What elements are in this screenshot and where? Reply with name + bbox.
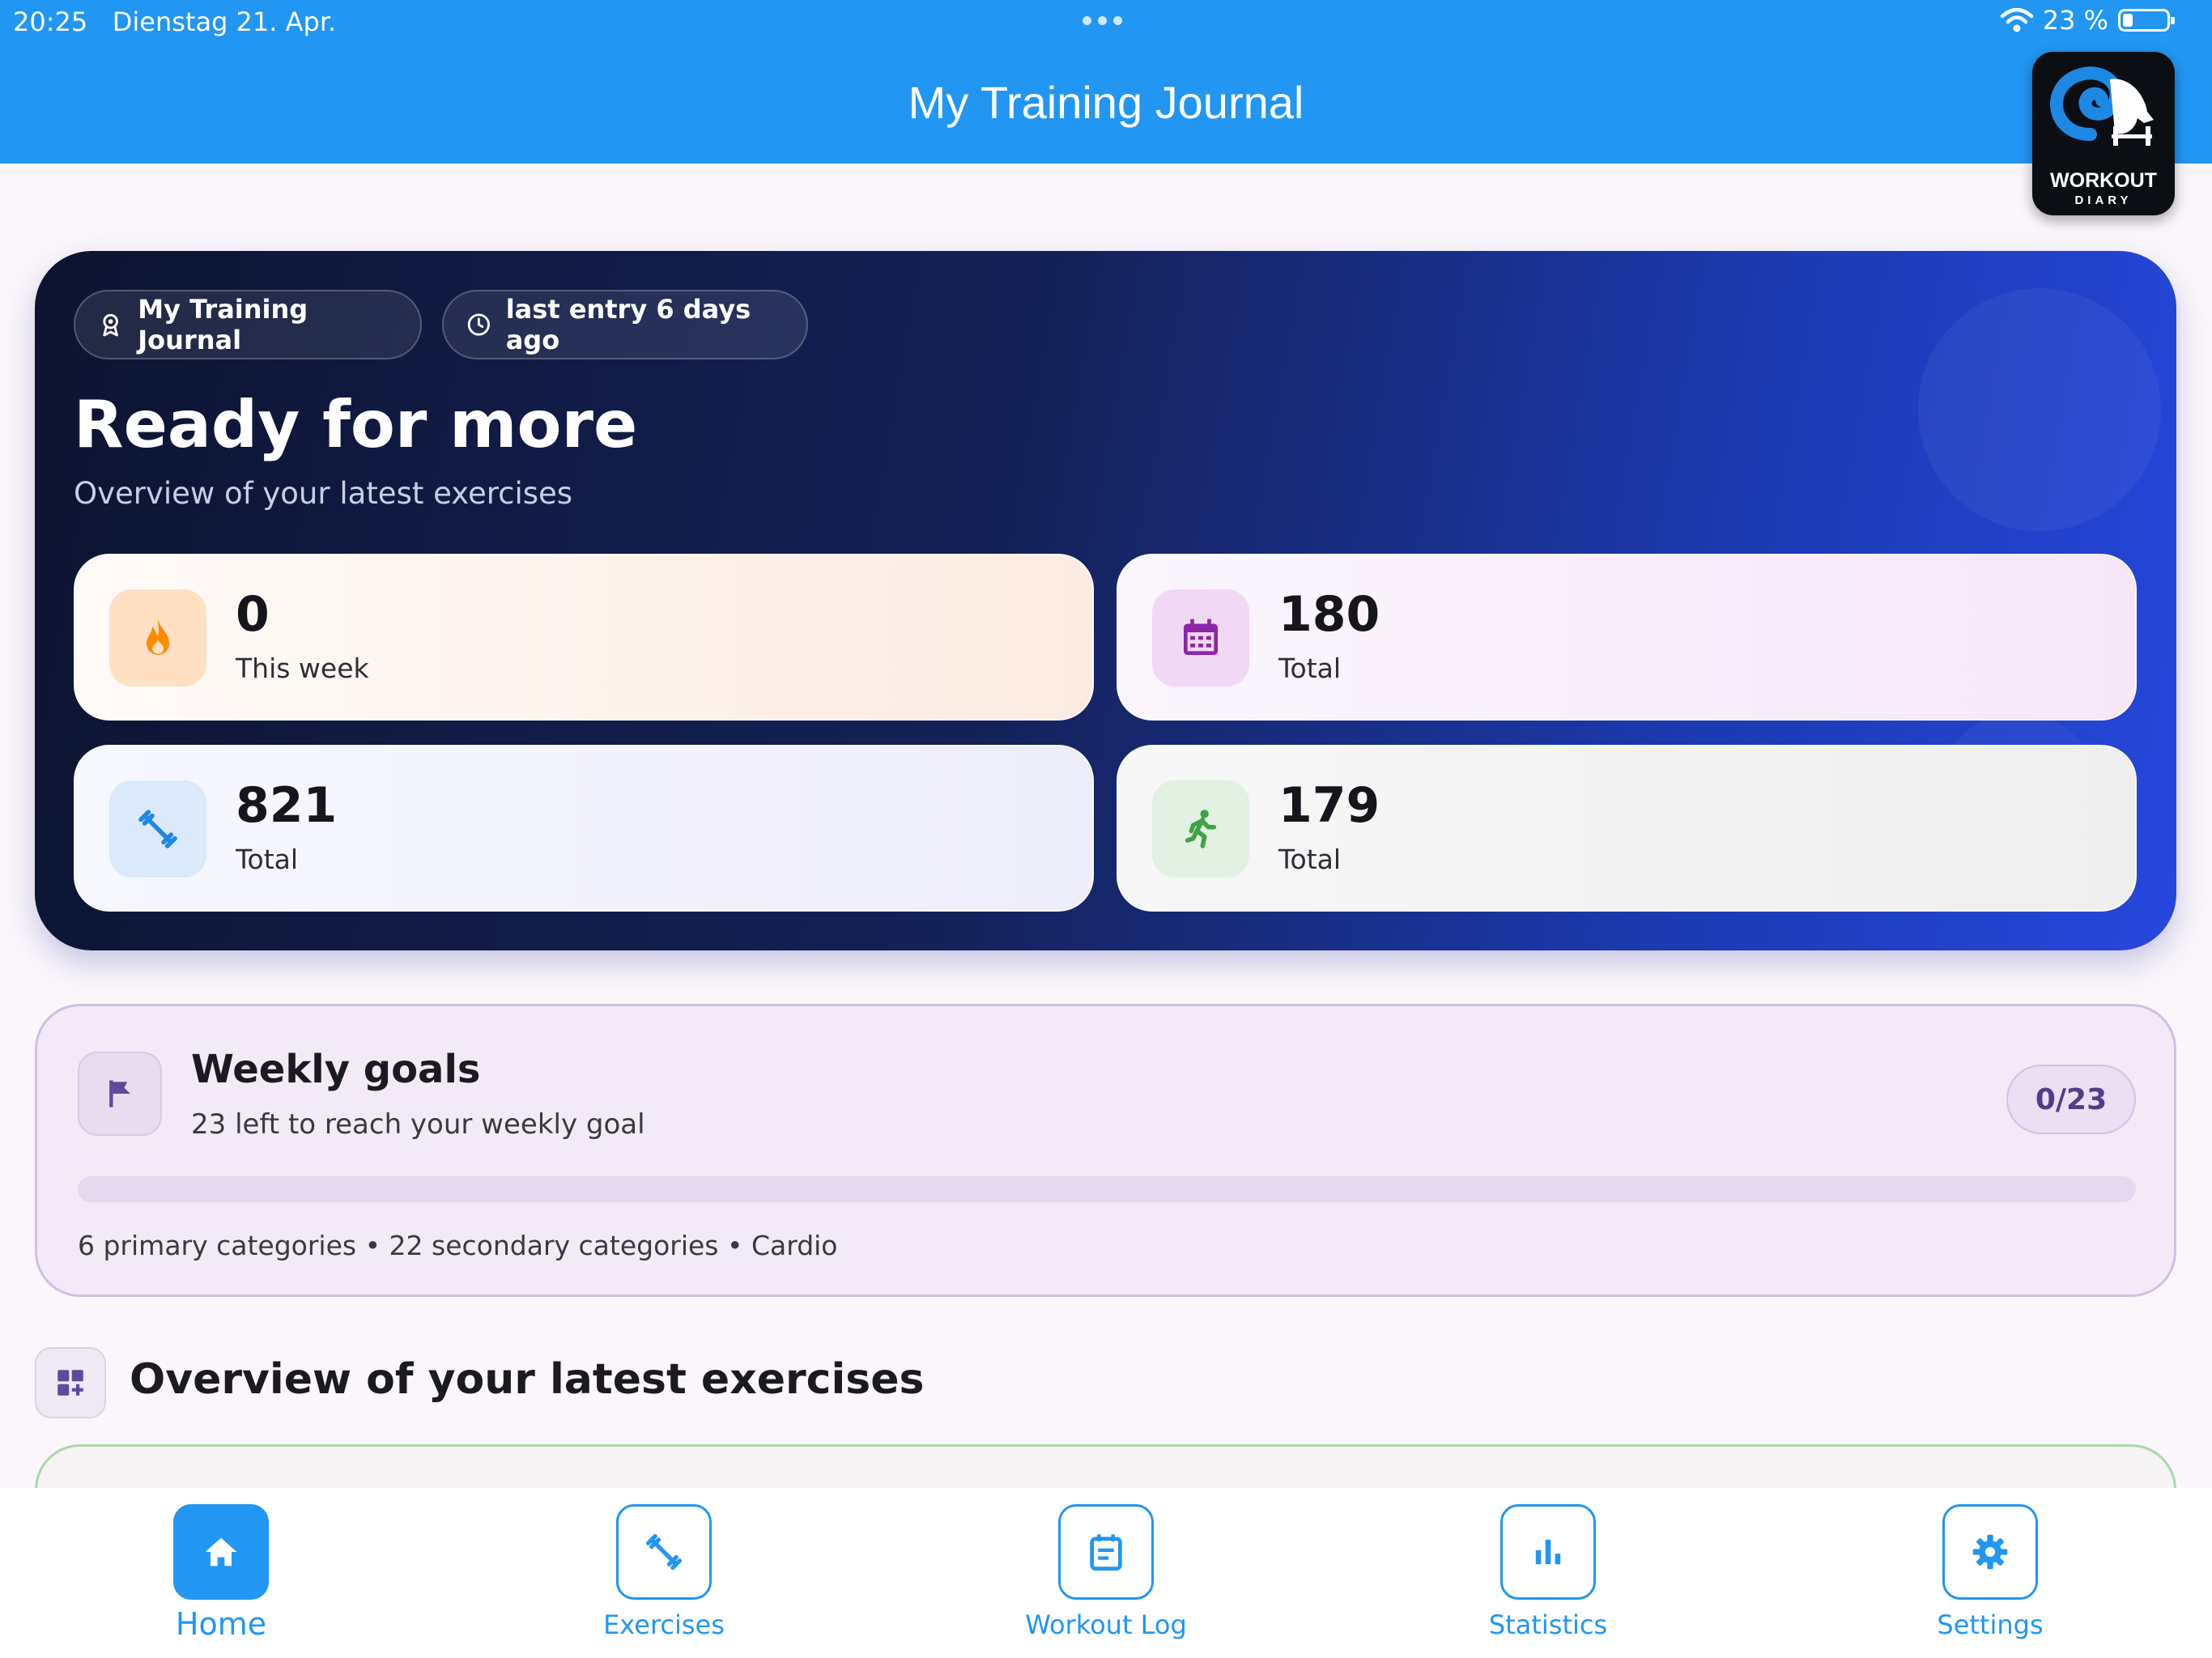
award-icon: [103, 313, 118, 337]
app-bar: 20:25 Dienstag 21. Apr. 23 % My Training…: [0, 0, 2212, 164]
nav-label: Settings: [1937, 1609, 2044, 1640]
nav-label: Workout Log: [1025, 1609, 1187, 1640]
status-indicators: 23 %: [2000, 5, 2175, 36]
ram-logo-icon: [2050, 66, 2154, 146]
clock-icon: [467, 313, 490, 336]
stat-card-total-days[interactable]: 180 Total: [1117, 554, 2137, 721]
log-icon: [1090, 1534, 1122, 1571]
weekly-goals-card[interactable]: Weekly goals 23 left to reach your weekl…: [35, 1004, 2176, 1297]
weekly-goals-progress-bar: [78, 1176, 2136, 1202]
stat-icon-box: [109, 589, 206, 687]
stat-label: This week: [236, 653, 369, 684]
status-bar-datetime: 20:25 Dienstag 21. Apr.: [13, 6, 336, 37]
nav-workout-log-button[interactable]: [1058, 1504, 1154, 1600]
stat-value: 180: [1278, 586, 1380, 643]
nav-label: Home: [175, 1606, 267, 1642]
stat-value: 179: [1278, 777, 1380, 834]
multitasking-dots[interactable]: [1083, 16, 1122, 25]
overview-icon-box: [35, 1347, 106, 1418]
nav-statistics-button[interactable]: [1500, 1504, 1596, 1600]
flame-icon: [147, 619, 169, 655]
stat-label: Total: [236, 844, 299, 875]
stat-icon-box: [1152, 589, 1249, 687]
stat-label: Total: [1278, 653, 1342, 684]
battery-percent: 23 %: [2042, 5, 2108, 36]
journal-chip[interactable]: My Training Journal: [74, 290, 422, 359]
nav-settings[interactable]: Settings: [1909, 1504, 2071, 1640]
logo-subtitle: DIARY: [2074, 193, 2133, 207]
hero-card: My Training Journal last entry 6 days ag…: [35, 251, 2176, 950]
nav-home-button[interactable]: [173, 1504, 269, 1600]
battery-icon: [2118, 9, 2175, 32]
wifi-icon: [2000, 8, 2033, 32]
nav-home[interactable]: Home: [140, 1504, 302, 1642]
dumbbell-icon: [645, 1533, 683, 1571]
stat-icon-box: [1152, 780, 1249, 878]
running-icon: [1185, 810, 1217, 848]
stat-card-total-cardio[interactable]: 179 Total: [1117, 745, 2137, 912]
weekly-goals-title: Weekly goals: [191, 1047, 481, 1092]
overview-section-title: Overview of your latest exercises: [130, 1355, 925, 1404]
weekly-goals-categories: 6 primary categories • 22 secondary cate…: [78, 1230, 838, 1261]
last-entry-label: last entry 6 days ago: [505, 294, 751, 355]
weekly-goals-progress-badge: 0/23: [2006, 1065, 2136, 1134]
nav-label: Statistics: [1488, 1609, 1608, 1640]
bar-chart-icon: [1535, 1539, 1561, 1565]
stat-value: 0: [236, 586, 270, 643]
journal-chip-label: My Training Journal: [138, 294, 308, 355]
stat-card-total-exercises[interactable]: 821 Total: [74, 745, 1094, 912]
nav-label: Exercises: [603, 1609, 725, 1640]
workout-diary-logo: WORKOUT DIARY: [2032, 52, 2175, 215]
dumbbell-icon: [138, 810, 177, 848]
dashboard-add-icon: [57, 1370, 83, 1396]
nav-exercises-button[interactable]: [616, 1504, 712, 1600]
status-time: 20:25: [13, 6, 88, 37]
stat-label: Total: [1278, 844, 1342, 875]
stat-icon-box: [109, 780, 206, 878]
nav-workout-log[interactable]: Workout Log: [1025, 1504, 1187, 1640]
hero-title: Ready for more: [74, 387, 638, 462]
stat-value: 821: [236, 777, 338, 834]
home-icon: [205, 1537, 237, 1567]
stat-card-this-week[interactable]: 0 This week: [74, 554, 1094, 721]
gear-icon: [1972, 1534, 2008, 1570]
goals-icon-box: [78, 1052, 162, 1136]
logo-wordmark: WORKOUT: [2050, 169, 2157, 192]
nav-settings-button[interactable]: [1942, 1504, 2038, 1600]
flag-icon: [109, 1080, 130, 1107]
last-entry-chip[interactable]: last entry 6 days ago: [442, 290, 808, 359]
bottom-navigation: Home Exercises Workout Log Statistics Se…: [0, 1488, 2212, 1658]
hero-subtitle: Overview of your latest exercises: [74, 476, 573, 511]
decorative-circle: [1918, 288, 2161, 531]
calendar-icon: [1184, 619, 1218, 655]
weekly-goals-subtitle: 23 left to reach your weekly goal: [191, 1108, 645, 1141]
nav-exercises[interactable]: Exercises: [583, 1504, 745, 1640]
nav-statistics[interactable]: Statistics: [1467, 1504, 1629, 1640]
status-date: Dienstag 21. Apr.: [112, 6, 337, 37]
page-title: My Training Journal: [908, 77, 1304, 128]
